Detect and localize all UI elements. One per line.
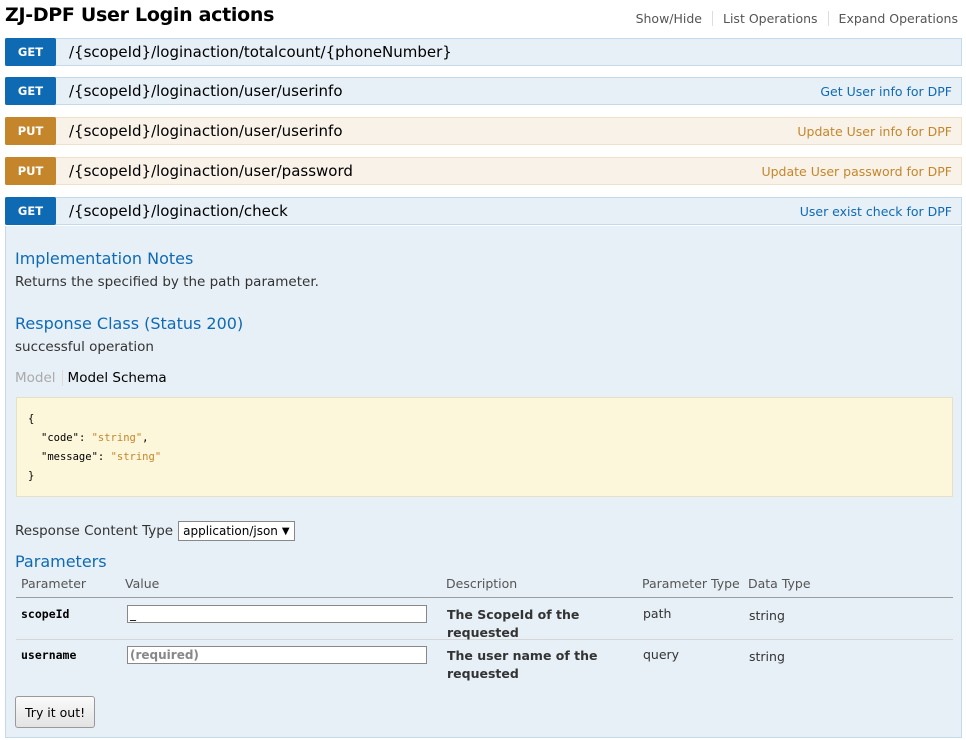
schema-value: "string" — [110, 451, 162, 463]
method-badge[interactable]: PUT — [5, 157, 56, 185]
method-badge[interactable]: GET — [5, 197, 56, 225]
operation-path[interactable]: /{scopeId}/loginaction/check — [69, 202, 288, 220]
username-input[interactable]: (required) — [127, 646, 427, 664]
parameters-header-row: Parameter Value Description Parameter Ty… — [16, 573, 953, 598]
operation-path[interactable]: /{scopeId}/loginaction/user/userinfo — [69, 122, 343, 140]
operation-path[interactable]: /{scopeId}/loginaction/totalcount/{phone… — [69, 43, 452, 61]
operation-put-password[interactable]: PUT /{scopeId}/loginaction/user/password… — [5, 157, 962, 185]
model-schema-snippet[interactable]: { "code": "string", "message": "string" … — [16, 397, 953, 497]
parameter-row-username: username (required) The user name of the… — [16, 639, 953, 681]
response-class-text: successful operation — [15, 339, 154, 355]
try-it-out-button[interactable]: Try it out! — [15, 696, 96, 728]
response-content-type: Response Content Type application/json ▼ — [15, 521, 295, 541]
parameter-name: username — [21, 648, 77, 662]
implementation-notes-text: Returns the specified by the path parame… — [15, 274, 319, 290]
parameters-heading: Parameters — [15, 552, 107, 571]
response-content-type-label: Response Content Type — [15, 523, 174, 539]
implementation-notes-heading: Implementation Notes — [15, 249, 194, 268]
operation-path[interactable]: /{scopeId}/loginaction/user/password — [69, 162, 353, 180]
col-data-type: Data Type — [748, 576, 811, 591]
schema-line-code: "code": "string", — [28, 429, 941, 448]
method-badge[interactable]: GET — [5, 38, 56, 66]
col-value: Value — [125, 576, 160, 591]
parameter-name: scopeId — [21, 607, 70, 621]
schema-line-message: "message": "string" — [28, 448, 941, 467]
parameter-description: The user name of the requested — [447, 648, 598, 681]
schema-close-brace: } — [28, 470, 35, 482]
method-badge[interactable]: PUT — [5, 117, 56, 145]
parameter-type: path — [643, 606, 672, 621]
resource-links: Show/Hide List Operations Expand Operati… — [626, 11, 958, 26]
show-hide-link[interactable]: Show/Hide — [626, 11, 712, 26]
model-tabs: Model Model Schema — [15, 370, 167, 386]
operation-get-userinfo[interactable]: GET /{scopeId}/loginaction/user/userinfo… — [5, 77, 962, 105]
parameter-data-type: string — [749, 649, 785, 664]
scopeid-input[interactable]: _ — [127, 605, 427, 623]
operation-summary[interactable]: Get User info for DPF — [820, 84, 952, 99]
schema-value: "string" — [91, 432, 143, 444]
operation-details: Implementation Notes Returns the specifi… — [5, 226, 962, 738]
schema-comma: , — [142, 432, 149, 444]
expand-operations-link[interactable]: Expand Operations — [827, 11, 958, 26]
col-parameter-type: Parameter Type — [642, 576, 740, 591]
operation-path[interactable]: /{scopeId}/loginaction/user/userinfo — [69, 82, 343, 100]
operation-put-userinfo[interactable]: PUT /{scopeId}/loginaction/user/userinfo… — [5, 117, 962, 145]
parameter-data-type: string — [749, 608, 785, 623]
schema-separator: : — [78, 432, 92, 444]
col-description: Description — [446, 576, 518, 591]
tab-model-schema[interactable]: Model Schema — [63, 370, 167, 386]
parameter-description: The ScopeId of the requested — [447, 607, 580, 640]
method-badge[interactable]: GET — [5, 77, 56, 105]
content-type-select[interactable]: application/json ▼ — [178, 521, 295, 541]
operation-get-check[interactable]: GET /{scopeId}/loginaction/check User ex… — [5, 197, 962, 225]
resource-header: ZJ-DPF User Login actions Show/Hide List… — [5, 0, 958, 36]
schema-key: "message" — [41, 451, 98, 463]
col-parameter: Parameter — [21, 576, 87, 591]
dropdown-arrow-icon: ▼ — [281, 525, 290, 537]
schema-open-brace: { — [28, 413, 35, 425]
content-type-value: application/json — [183, 524, 278, 538]
operation-summary[interactable]: User exist check for DPF — [800, 204, 952, 219]
parameter-row-scopeid: scopeId _ The ScopeId of the requested p… — [16, 598, 953, 640]
operation-summary[interactable]: Update User info for DPF — [797, 124, 952, 139]
tab-model[interactable]: Model — [15, 370, 63, 386]
operation-summary[interactable]: Update User password for DPF — [761, 164, 952, 179]
operation-get-totalcount[interactable]: GET /{scopeId}/loginaction/totalcount/{p… — [5, 38, 962, 66]
response-class-heading: Response Class (Status 200) — [15, 314, 244, 333]
schema-key: "code" — [41, 432, 79, 444]
resource-title[interactable]: ZJ-DPF User Login actions — [5, 4, 274, 26]
list-operations-link[interactable]: List Operations — [712, 11, 828, 26]
schema-separator: : — [97, 451, 111, 463]
parameter-type: query — [643, 647, 680, 662]
